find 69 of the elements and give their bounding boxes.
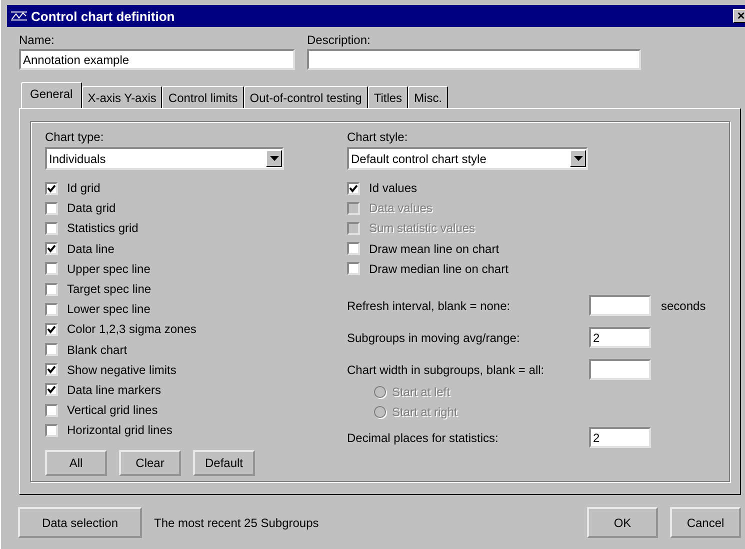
checkbox-label: Upper spec line [67,262,150,276]
tab[interactable]: General [21,82,82,108]
checkbox[interactable] [45,222,58,235]
checkbox[interactable] [45,302,58,316]
tab[interactable]: Titles [368,86,408,108]
chart-type-dropdown[interactable]: Individuals [45,147,284,170]
checkbox-label: Id values [369,181,418,196]
checkbox[interactable] [347,262,360,276]
checkbox[interactable] [45,404,58,417]
field-label: Chart type: [45,130,105,144]
window-title: Control chart definition [31,8,176,24]
checkbox[interactable] [45,242,58,256]
checkbox-label: Data grid [67,201,116,216]
data-selection-summary: The most recent 25 Subgroups [154,516,319,530]
name-field[interactable]: Annotation example [19,49,295,70]
tab[interactable]: Misc. [408,86,448,108]
field-label: Decimal places for statistics: [347,430,500,445]
checkbox-label: Data line markers [67,382,162,397]
option-button[interactable]: All [45,450,107,476]
chart-icon [11,10,27,22]
checkbox-label: Blank chart [67,342,128,357]
refresh-interval-field[interactable] [589,295,651,316]
tab[interactable]: Out-of-control testing [244,86,368,108]
checkbox[interactable] [347,182,360,195]
checkbox[interactable] [45,383,58,396]
checkbox-label: Target spec line [67,282,152,296]
checkbox[interactable] [347,242,360,256]
checkbox[interactable] [45,363,58,376]
checkbox[interactable] [45,424,58,437]
checkbox-label: Vertical grid lines [67,403,158,418]
checkbox-label: Color 1,2,3 sigma zones [67,322,196,336]
checkbox-label: Lower spec line [67,302,150,316]
checkbox-label: Draw mean line on chart [369,242,500,256]
checkbox-label: Show negative limits [67,362,176,377]
checkbox-label: Id grid [67,181,100,196]
checkbox[interactable] [45,322,58,336]
checkbox[interactable] [45,262,58,276]
checkbox[interactable] [45,182,58,195]
radio-label: Start at left [392,384,450,399]
checkbox-label: Horizontal grid lines [67,423,172,438]
checkbox-label: Data line [67,242,114,256]
field-label: Name: [19,33,56,47]
checkbox-label: Data values [369,201,432,216]
tab[interactable]: X-axis Y-axis [82,86,162,108]
tab[interactable]: Control limits [162,86,244,108]
decimal-places-field[interactable]: 2 [589,427,651,448]
checkbox[interactable] [45,343,58,356]
checkbox-label: Sum statistic values [369,221,476,236]
field-label: Subgroups in moving avg/range: [347,330,521,345]
field-label: Chart style: [347,130,409,144]
option-button[interactable]: Default [193,450,255,476]
checkbox-label: Draw median line on chart [369,262,508,276]
chart-style-dropdown[interactable]: Default control chart style [347,147,588,170]
field-label: Chart width in subgroups, blank = all: [347,362,546,377]
field-label: Description: [307,33,372,47]
checkbox[interactable] [45,202,58,215]
description-field[interactable] [307,49,641,70]
data-selection-button[interactable]: Data selection [18,507,142,538]
close-button[interactable]: × [733,9,745,23]
checkbox[interactable] [45,282,58,296]
option-button[interactable]: Clear [119,450,181,476]
checkbox-label: Statistics grid [67,221,138,236]
field-label: Refresh interval, blank = none: [347,298,512,313]
unit-label: seconds [661,298,706,313]
chart-width-field[interactable] [589,359,651,380]
radio-label: Start at right [392,404,458,419]
dialog-button[interactable]: OK [587,507,658,538]
subgroups-field[interactable]: 2 [589,327,651,348]
dialog-button[interactable]: Cancel [670,507,741,538]
